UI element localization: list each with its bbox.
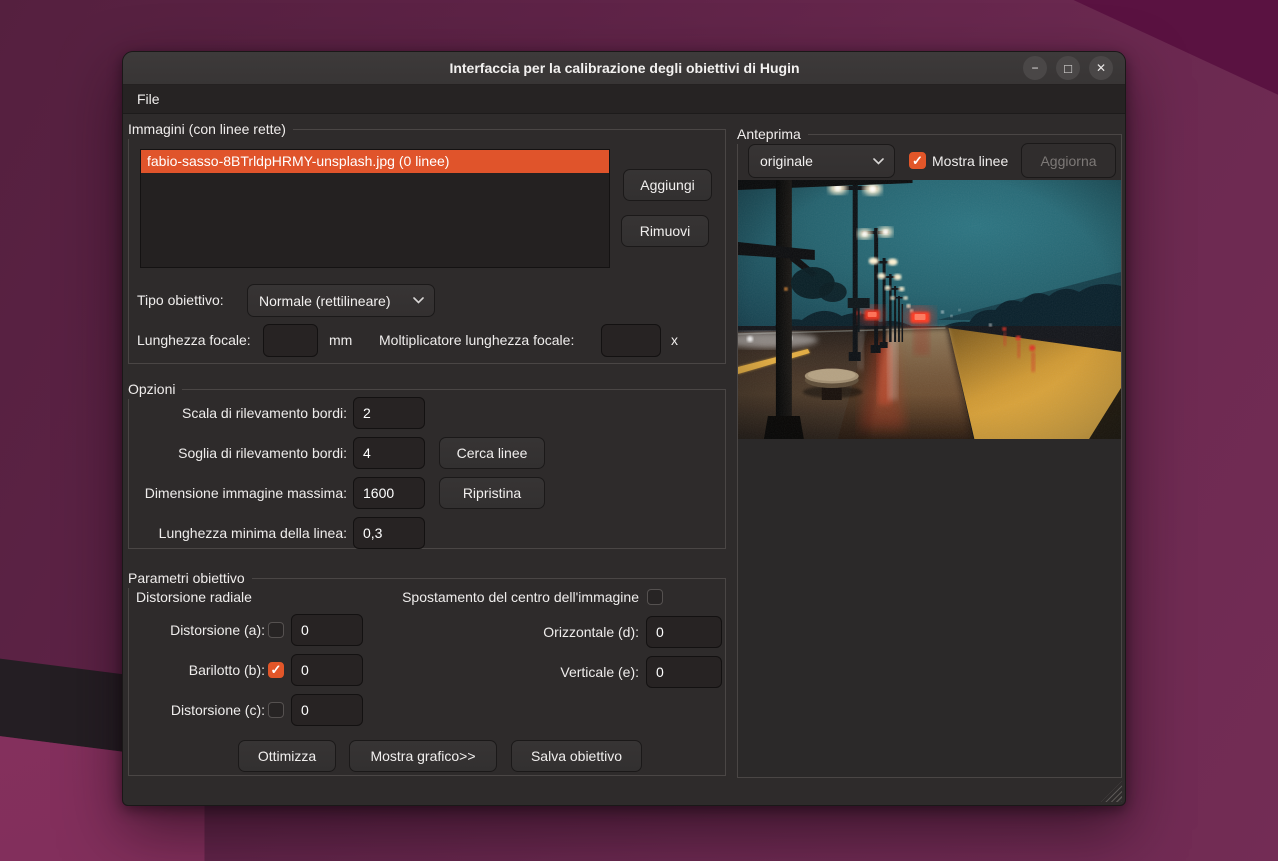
resize-grip-icon[interactable] (1101, 781, 1122, 802)
preview-image (738, 180, 1121, 439)
close-icon[interactable]: ✕ (1089, 56, 1113, 80)
min-line-length-input[interactable] (353, 517, 425, 549)
preview-zoom-select[interactable]: originale (748, 144, 895, 178)
distortion-a-checkbox[interactable] (268, 622, 284, 638)
minimize-icon[interactable]: − (1023, 56, 1047, 80)
min-line-length-label: Lunghezza minima della linea: (137, 517, 347, 549)
options-group: Opzioni Scala di rilevamento bordi: Sogl… (128, 389, 726, 549)
remove-button[interactable]: Rimuovi (621, 215, 709, 247)
images-group: Immagini (con linee rette) fabio-sasso-8… (128, 129, 726, 364)
horizontal-d-input[interactable] (646, 616, 722, 648)
focal-length-input[interactable] (263, 324, 318, 357)
edge-threshold-label: Soglia di rilevamento bordi: (137, 437, 347, 469)
max-image-size-label: Dimensione immagine massima: (137, 477, 347, 509)
barrel-b-label: Barilotto (b): (137, 654, 265, 686)
vertical-e-label: Verticale (e): (459, 656, 639, 688)
lens-type-select[interactable]: Normale (rettilineare) (247, 284, 435, 317)
focal-unit-label: mm (329, 324, 352, 357)
titlebar[interactable]: Interfaccia per la calibrazione degli ob… (123, 52, 1125, 85)
barrel-b-checkbox[interactable] (268, 662, 284, 678)
distortion-c-label: Distorsione (c): (137, 694, 265, 726)
distortion-a-label: Distorsione (a): (137, 614, 265, 646)
lens-params-group: Parametri obiettivo Distorsione radiale … (128, 578, 726, 776)
image-list[interactable]: fabio-sasso-8BTrldpHRMY-unsplash.jpg (0 … (140, 149, 610, 268)
show-lines-label: Mostra linee (932, 144, 1008, 178)
hugin-calibration-window: Interfaccia per la calibrazione degli ob… (122, 51, 1126, 806)
preview-group-title: Anteprima (737, 125, 808, 144)
preview-zoom-value: originale (749, 153, 873, 169)
distortion-c-checkbox[interactable] (268, 702, 284, 718)
show-lines-checkbox[interactable] (909, 152, 926, 169)
show-graph-button[interactable]: Mostra grafico>> (349, 740, 497, 772)
distortion-c-input[interactable] (291, 694, 363, 726)
max-image-size-input[interactable] (353, 477, 425, 509)
distortion-a-input[interactable] (291, 614, 363, 646)
preview-group: Anteprima originale Mostra linee Aggiorn… (737, 134, 1122, 778)
focal-length-label: Lunghezza focale: (137, 324, 251, 357)
add-button[interactable]: Aggiungi (623, 169, 712, 201)
window-title: Interfaccia per la calibrazione degli ob… (123, 60, 1014, 76)
horizontal-d-label: Orizzontale (d): (459, 616, 639, 648)
lens-type-value: Normale (rettilineare) (248, 293, 413, 309)
edge-scale-label: Scala di rilevamento bordi: (137, 397, 347, 429)
barrel-b-input[interactable] (291, 654, 363, 686)
menubar: File (123, 85, 1125, 114)
lens-type-label: Tipo obiettivo: (137, 284, 224, 317)
maximize-icon[interactable]: □ (1056, 56, 1080, 80)
radial-distortion-heading: Distorsione radiale (136, 585, 252, 609)
save-lens-button[interactable]: Salva obiettivo (511, 740, 642, 772)
focal-multiplier-label: Moltiplicatore lunghezza focale: (379, 324, 574, 357)
edge-threshold-input[interactable] (353, 437, 425, 469)
center-shift-label: Spostamento del centro dell'immagine (339, 585, 639, 609)
images-group-title: Immagini (con linee rette) (128, 120, 293, 139)
reset-button[interactable]: Ripristina (439, 477, 545, 509)
preview-canvas[interactable] (738, 180, 1121, 777)
find-lines-button[interactable]: Cerca linee (439, 437, 545, 469)
window-controls: − □ ✕ (1014, 56, 1125, 80)
update-button[interactable]: Aggiorna (1021, 143, 1116, 178)
vertical-e-input[interactable] (646, 656, 722, 688)
focal-multiplier-input[interactable] (601, 324, 661, 357)
optimize-button[interactable]: Ottimizza (238, 740, 336, 772)
multiplier-unit-label: x (671, 324, 678, 357)
chevron-down-icon (873, 158, 894, 165)
menu-file[interactable]: File (123, 85, 174, 114)
edge-scale-input[interactable] (353, 397, 425, 429)
list-item[interactable]: fabio-sasso-8BTrldpHRMY-unsplash.jpg (0 … (141, 150, 609, 173)
chevron-down-icon (413, 297, 434, 304)
center-shift-checkbox[interactable] (647, 589, 663, 605)
